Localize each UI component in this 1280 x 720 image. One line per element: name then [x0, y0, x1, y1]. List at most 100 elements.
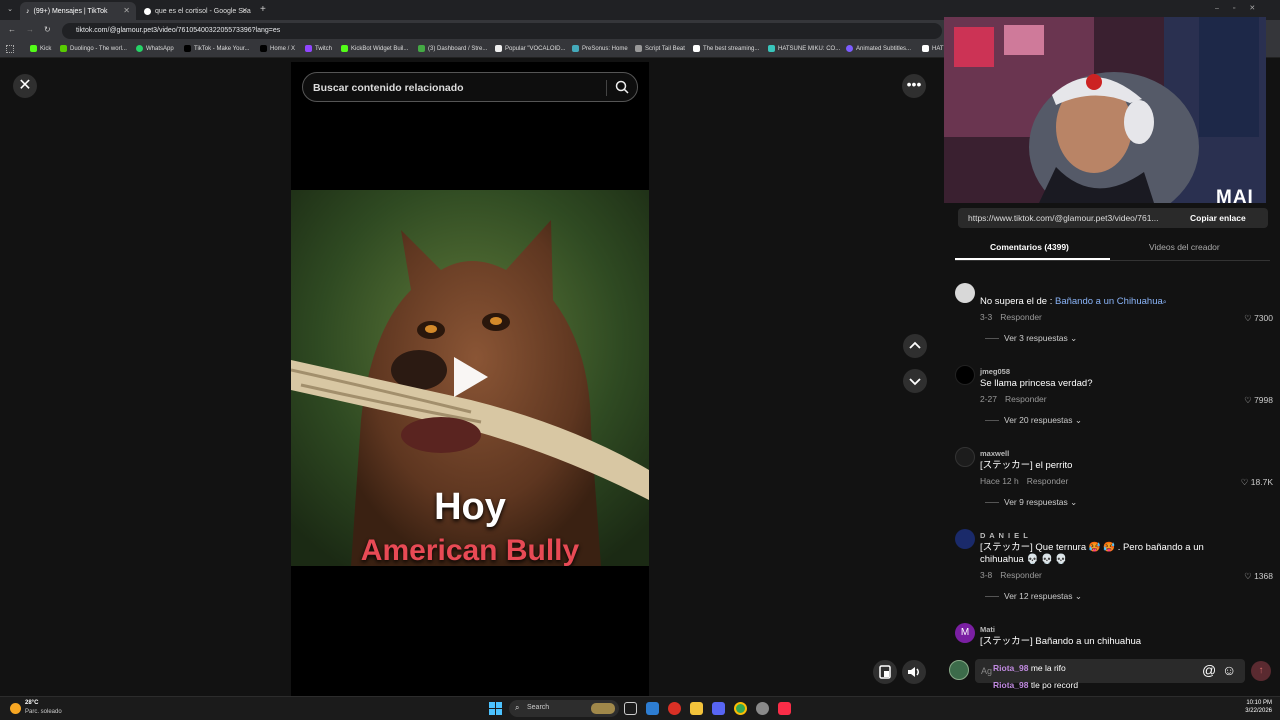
tab-creator-videos[interactable]: Videos del creador [1149, 242, 1220, 252]
apps-icon[interactable] [6, 45, 14, 53]
bookmark-duolingo[interactable]: Duolingo - The worl... [60, 45, 127, 52]
music-app-icon[interactable] [778, 702, 791, 715]
comment-placeholder: Ag [981, 666, 993, 676]
avatar[interactable] [955, 365, 975, 385]
kickbot-icon [341, 45, 348, 52]
avatar[interactable] [955, 283, 975, 303]
discord-icon[interactable] [712, 702, 725, 715]
tab-menu-button[interactable]: ⌄ [4, 5, 16, 17]
user-avatar [949, 660, 969, 680]
back-icon[interactable]: ← [8, 25, 16, 34]
url-field[interactable]: tiktok.com/@glamour.pet3/video/761054003… [62, 23, 942, 39]
avatar[interactable] [955, 529, 975, 549]
comment-item: M Mati [ステッカー] Bañando a un chihuahua [955, 623, 1275, 649]
bookmark-dashboard[interactable]: (3) Dashboard / Stre... [418, 45, 487, 52]
window-controls[interactable]: –▫✕ [1215, 4, 1269, 12]
bookmark-subtitles[interactable]: Animated Subtitles... [846, 45, 911, 52]
play-icon[interactable] [454, 357, 488, 397]
previous-video-button[interactable] [903, 334, 927, 358]
view-replies-button[interactable]: Ver 20 respuestas ⌄ [985, 415, 1082, 426]
kick-icon [30, 45, 37, 52]
bookmark-twitch[interactable]: Twitch [305, 45, 332, 52]
dashboard-icon [418, 45, 425, 52]
bookmark-tiktok[interactable]: TikTok - Make Your... [184, 45, 249, 52]
bookmark-hatsune[interactable]: HATSUNE MIKU: CO... [768, 45, 840, 52]
tab-google[interactable]: que es el cortisol - Google Sea ✕ [138, 2, 254, 20]
related-search-input[interactable]: Buscar contenido relacionado [302, 72, 638, 102]
hatsune-icon [768, 45, 775, 52]
reply-button[interactable]: Responder [1027, 476, 1069, 486]
app-icon-blue[interactable] [646, 702, 659, 715]
gear-icon[interactable] [756, 702, 769, 715]
chat-message: Riota_98 me la rifo [993, 663, 1066, 673]
next-video-button[interactable] [903, 369, 927, 393]
taskbar-search[interactable]: ⌕ Search [509, 700, 619, 717]
bookmark-kickbot[interactable]: KickBot Widget Buil... [341, 45, 408, 52]
task-view-icon[interactable] [624, 702, 637, 715]
new-tab-button[interactable]: + [260, 4, 266, 15]
reply-button[interactable]: Responder [1000, 570, 1042, 580]
bookmark-kick[interactable]: Kick [30, 45, 51, 52]
search-divider [606, 80, 607, 96]
comment-username[interactable]: D A N I E L [980, 531, 1029, 540]
comment-meta: Hace 12 h Responder [980, 476, 1069, 486]
close-video-button[interactable]: ✕ [13, 74, 37, 98]
bookmark-hat[interactable]: HAT [922, 45, 944, 52]
close-tab-icon[interactable]: ✕ [123, 6, 130, 15]
bookmark-vocaloid[interactable]: Popular "VOCALOID... [495, 45, 566, 52]
post-comment-button[interactable]: ↑ [1251, 661, 1271, 681]
video-frame[interactable]: Hoy American Bully [291, 190, 649, 566]
streaming-icon [693, 45, 700, 52]
emoji-icon[interactable]: ☺ [1222, 662, 1236, 678]
view-replies-button[interactable]: Ver 12 respuestas ⌄ [985, 591, 1082, 602]
bookmark-script[interactable]: Script Tail Beat [635, 45, 685, 52]
like-count[interactable]: ♡ 18.7K [1241, 477, 1273, 488]
chrome-icon[interactable] [734, 702, 747, 715]
view-replies-button[interactable]: Ver 9 respuestas ⌄ [985, 497, 1077, 508]
view-replies-button[interactable]: Ver 3 respuestas ⌄ [985, 333, 1077, 344]
chrome-red-icon[interactable] [668, 702, 681, 715]
sun-cloud-icon [10, 703, 21, 714]
reply-button[interactable]: Responder [1000, 312, 1042, 322]
reply-button[interactable]: Responder [1005, 394, 1047, 404]
volume-button[interactable] [902, 660, 926, 684]
comment-username[interactable]: Mati [980, 625, 995, 634]
comment-text: Se llama princesa verdad? [980, 378, 1093, 389]
floating-player-button[interactable] [873, 660, 897, 684]
script-icon [635, 45, 642, 52]
like-count[interactable]: ♡ 1368 [1244, 571, 1273, 582]
bookmark-streaming[interactable]: The best streaming... [693, 45, 759, 52]
comment-text: [ステッカー] Que ternura 🥵 🥵 . Pero bañando a… [980, 542, 1204, 565]
avatar[interactable]: M [955, 623, 975, 643]
twitch-icon [305, 45, 312, 52]
forward-icon[interactable]: → [26, 25, 34, 34]
presonus-icon [572, 45, 579, 52]
streamer-webcam: MAI [944, 17, 1266, 203]
search-icon[interactable] [615, 80, 629, 94]
related-search-link[interactable]: Bañando a un Chihuahua [1055, 296, 1163, 307]
start-icon[interactable] [489, 702, 502, 715]
tab-tiktok[interactable]: ♪ (99+) Mensajes | TikTok ✕ [20, 2, 136, 20]
comment-item: jmeg058 Se llama princesa verdad? 2-27 Re… [955, 365, 1275, 425]
bookmark-whatsapp[interactable]: WhatsApp [136, 45, 174, 52]
clock[interactable]: 10:10 PM 3/22/2026 [1236, 700, 1272, 714]
comment-text: No supera el de : Bañando a un Chihuahua… [980, 296, 1167, 307]
like-count[interactable]: ♡ 7300 [1244, 313, 1273, 324]
like-count[interactable]: ♡ 7998 [1244, 395, 1273, 406]
bookmark-presonus[interactable]: PreSonus: Home [572, 45, 628, 52]
google-icon [144, 7, 151, 15]
arrow-up-icon: ↑ [1258, 665, 1264, 676]
close-tab-icon[interactable]: ✕ [241, 6, 248, 15]
file-explorer-icon[interactable] [690, 702, 703, 715]
reload-icon[interactable]: ↻ [44, 25, 51, 34]
copy-link-button[interactable]: Copiar enlace [1190, 213, 1246, 223]
mention-icon[interactable]: @ [1202, 662, 1216, 678]
more-options-button[interactable]: ••• [902, 74, 926, 98]
comment-username[interactable]: maxwell [980, 449, 1009, 458]
avatar[interactable] [955, 447, 975, 467]
bookmark-x[interactable]: Home / X [260, 45, 295, 52]
volume-icon [908, 667, 919, 677]
comment-username[interactable]: jmeg058 [980, 367, 1010, 376]
tab-comments[interactable]: Comentarios (4399) [990, 242, 1069, 252]
search-placeholder: Buscar contenido relacionado [313, 82, 464, 94]
